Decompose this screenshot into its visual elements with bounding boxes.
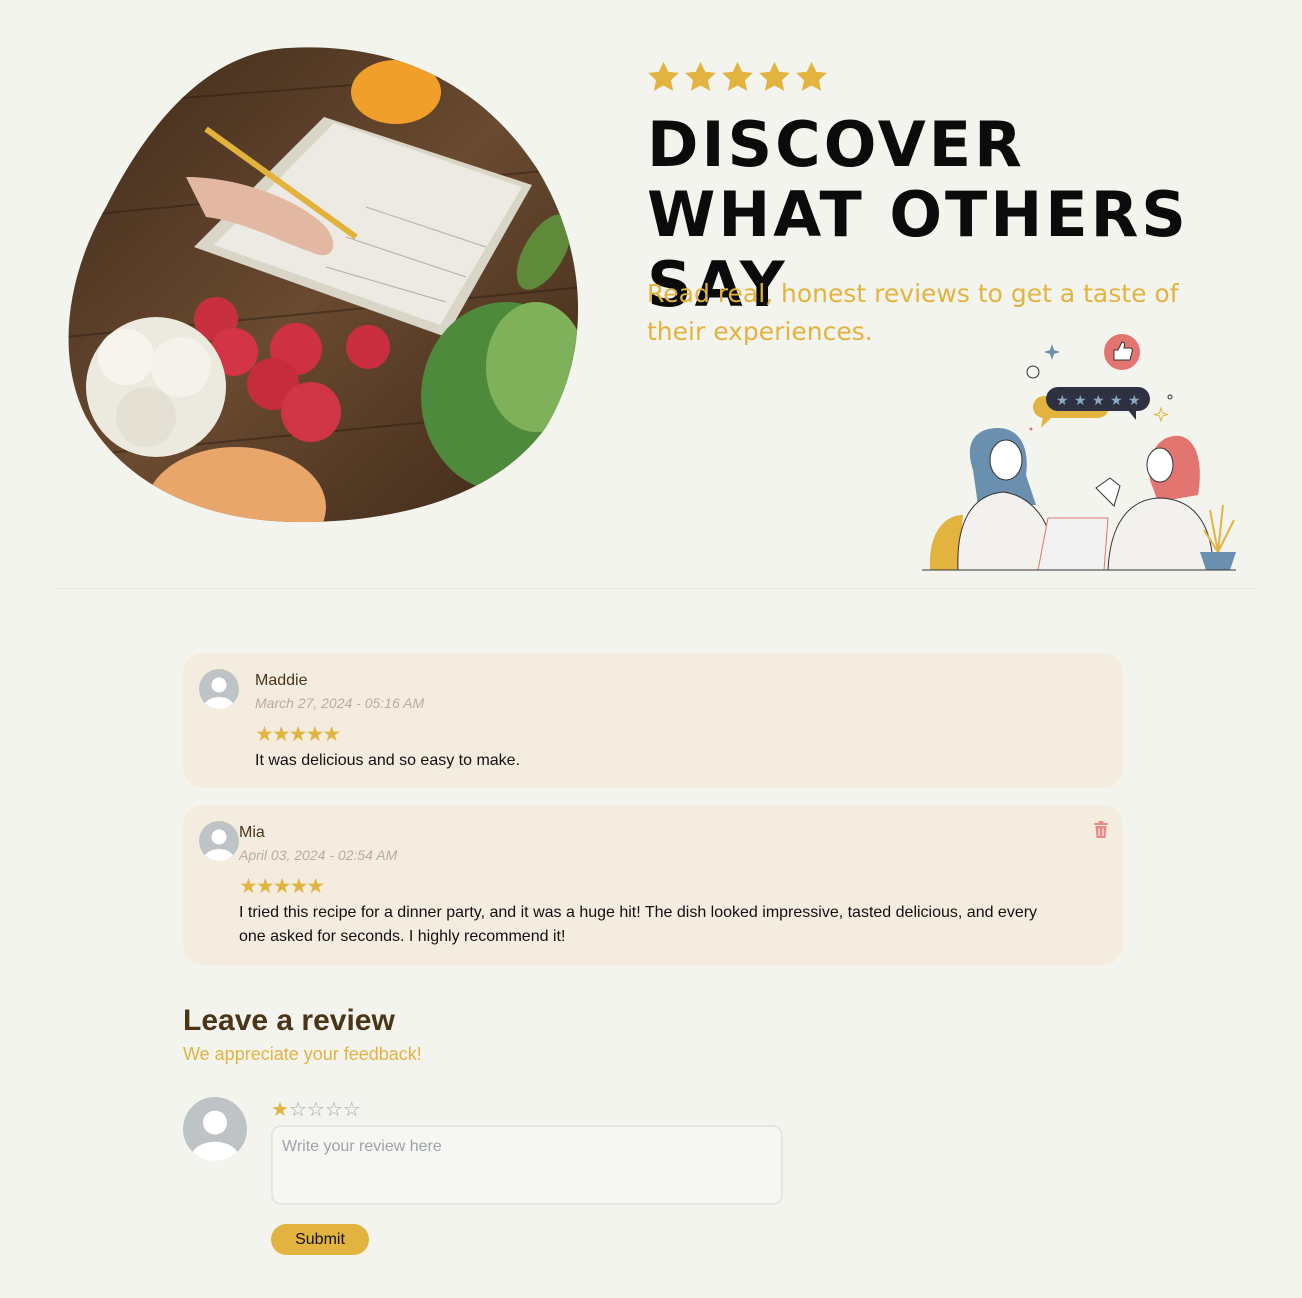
svg-text:★: ★ [1128, 393, 1141, 409]
avatar-icon [199, 669, 239, 709]
review-rating-stars: ★★★★★ [239, 875, 325, 898]
review-card: Maddie March 27, 2024 - 05:16 AM ★★★★★ I… [183, 653, 1123, 788]
review-date: March 27, 2024 - 05:16 AM [255, 695, 425, 711]
svg-text:★: ★ [1092, 393, 1105, 409]
avatar-icon [199, 821, 239, 861]
svg-text:★: ★ [1056, 393, 1069, 409]
svg-text:★: ★ [1074, 393, 1087, 409]
star-icon [722, 61, 753, 91]
reviewer-name: Maddie [255, 672, 308, 689]
review-date: April 03, 2024 - 02:54 AM [239, 847, 398, 863]
people-reviewing-illustration: ★ ★ ★ ★ ★ [922, 334, 1236, 571]
rating-input[interactable]: ★ ☆ ☆ ☆ ☆ [271, 1099, 361, 1121]
star-outline-icon[interactable]: ☆ [325, 1099, 343, 1121]
hero-rating-stars [646, 58, 829, 96]
review-card: Mia April 03, 2024 - 02:54 AM ★★★★★ I tr… [183, 805, 1123, 965]
star-icon [759, 61, 790, 91]
reviewer-name: Mia [239, 824, 265, 841]
svg-text:★: ★ [1110, 393, 1123, 409]
review-text: It was delicious and so easy to make. [255, 752, 521, 769]
avatar-icon [183, 1097, 247, 1161]
star-outline-icon[interactable]: ☆ [343, 1099, 361, 1121]
review-text: I tried this recipe for a dinner party, … [239, 904, 1038, 945]
leave-review-heading: Leave a review [183, 1004, 395, 1037]
review-textarea[interactable] [271, 1125, 783, 1205]
star-icon [685, 61, 716, 91]
submit-button[interactable]: Submit [271, 1224, 369, 1255]
star-icon[interactable]: ★ [271, 1099, 289, 1121]
star-icon [648, 61, 679, 91]
star-outline-icon[interactable]: ☆ [307, 1099, 325, 1121]
review-rating-stars: ★★★★★ [255, 723, 341, 746]
section-divider [54, 588, 1256, 589]
hero-photo [68, 47, 579, 523]
leave-review-subtitle: We appreciate your feedback! [183, 1044, 422, 1064]
star-icon [796, 61, 827, 91]
trash-icon[interactable] [1093, 821, 1109, 839]
star-outline-icon[interactable]: ☆ [289, 1099, 307, 1121]
